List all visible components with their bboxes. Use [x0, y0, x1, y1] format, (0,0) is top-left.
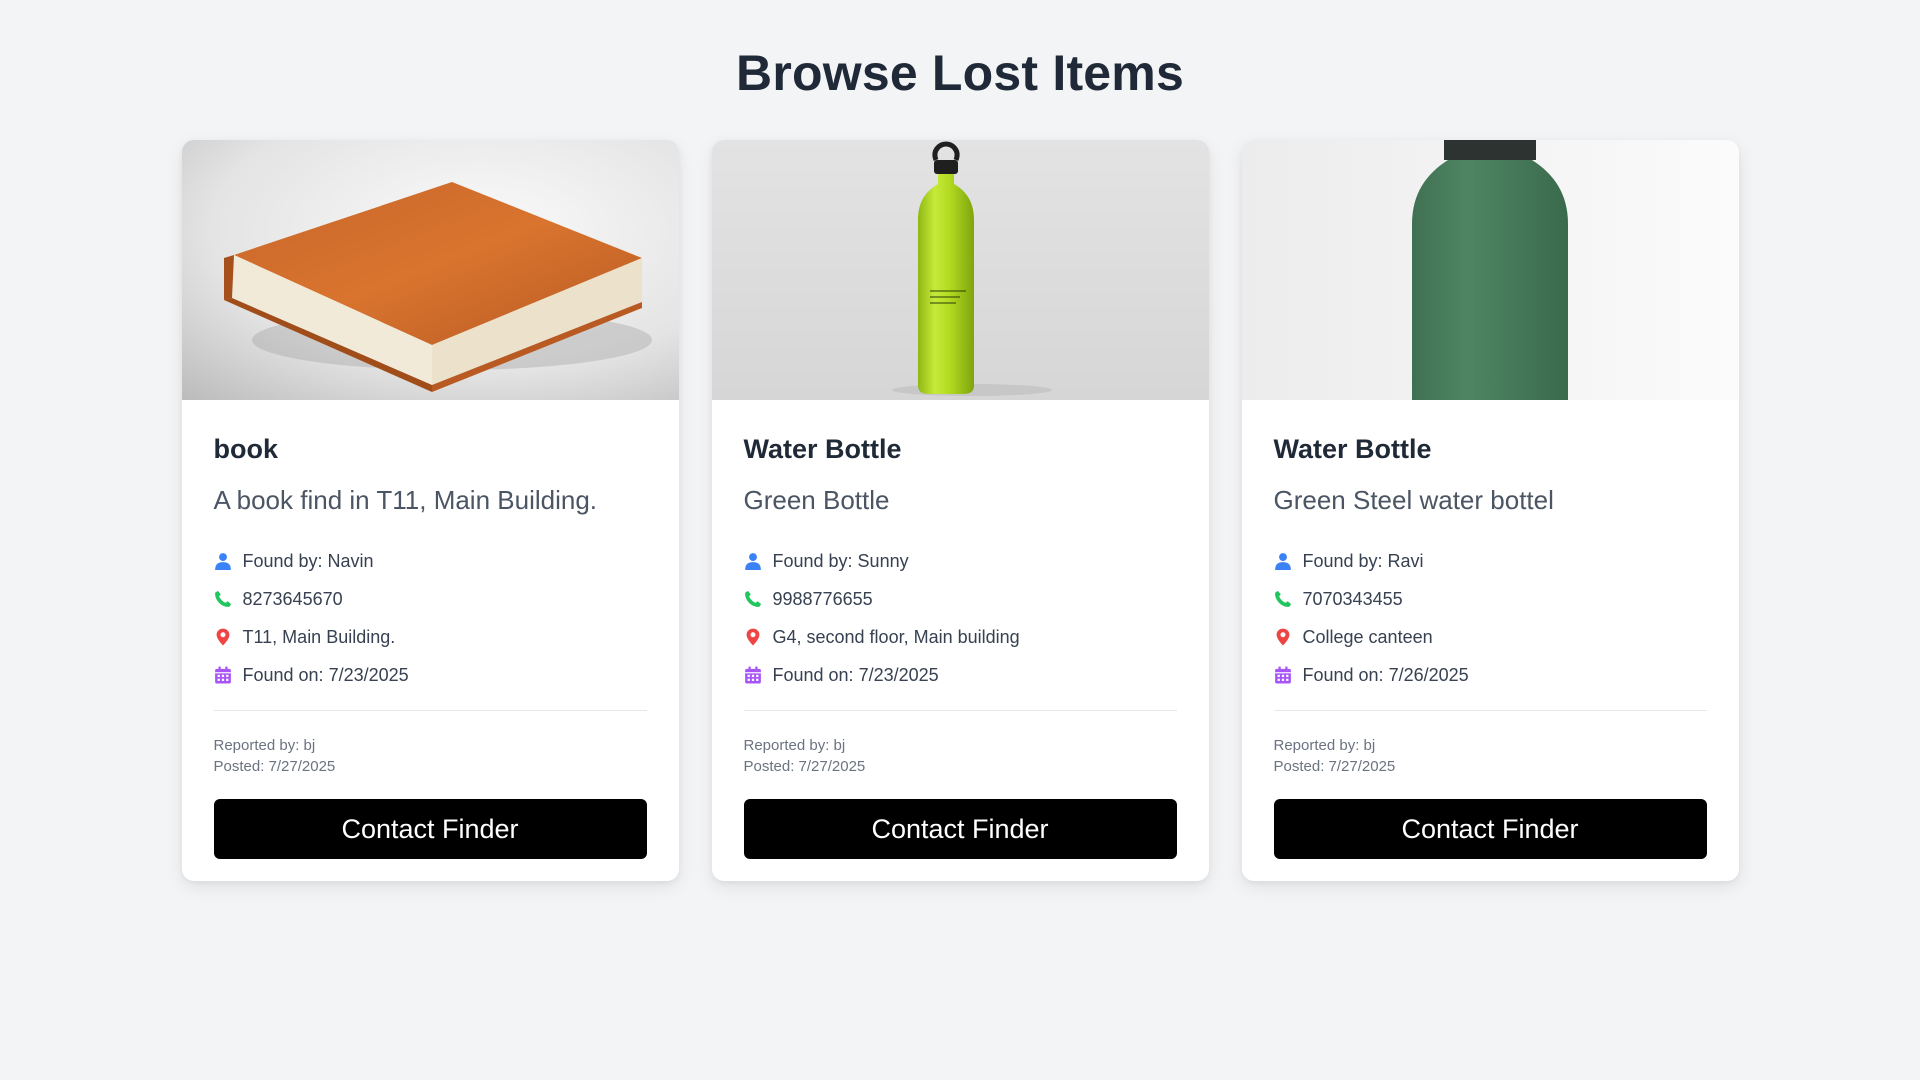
- map-pin-icon: [214, 627, 232, 647]
- item-description: A book find in T11, Main Building.: [213, 485, 598, 515]
- item-card: Water Bottle Green Bottle Found by: Sunn…: [711, 140, 1209, 881]
- map-pin-icon: [1274, 627, 1292, 647]
- item-description: Green Steel water bottel: [1273, 485, 1554, 515]
- item-card: book A book find in T11, Main Building. …: [181, 140, 679, 881]
- location-row: T11, Main Building.: [214, 618, 647, 656]
- phone-text: 9988776655: [772, 588, 873, 609]
- item-image-water-bottle: [711, 140, 1209, 400]
- item-card-body: Water Bottle Green Bottle Found by: Sunn…: [712, 400, 1209, 859]
- items-grid: book A book find in T11, Main Building. …: [0, 140, 1920, 881]
- card-divider: [1273, 710, 1707, 711]
- card-divider: [743, 710, 1177, 711]
- found-by-row: Found by: Navin: [214, 542, 647, 580]
- found-on-row: Found on: 7/26/2025: [1274, 656, 1707, 694]
- item-image-water-bottle: [1241, 140, 1739, 400]
- contact-finder-button[interactable]: Contact Finder: [1273, 799, 1707, 859]
- calendar-icon: [214, 665, 232, 685]
- phone-row: 7070343455: [1274, 580, 1707, 618]
- user-icon: [1274, 551, 1292, 571]
- calendar-icon: [1274, 665, 1292, 685]
- user-icon: [744, 551, 762, 571]
- found-on-row: Found on: 7/23/2025: [744, 656, 1177, 694]
- found-on-text: Found on: 7/26/2025: [1302, 664, 1469, 685]
- item-title: Water Bottle: [743, 434, 902, 464]
- map-pin-icon: [744, 627, 762, 647]
- page-title: Browse Lost Items: [736, 45, 1184, 101]
- found-by-text: Found by: Navin: [242, 550, 374, 571]
- phone-icon: [1274, 589, 1292, 609]
- found-by-text: Found by: Sunny: [772, 550, 909, 571]
- contact-finder-button[interactable]: Contact Finder: [213, 799, 647, 859]
- item-card: Water Bottle Green Steel water bottel Fo…: [1241, 140, 1739, 881]
- phone-row: 8273645670: [214, 580, 647, 618]
- phone-icon: [214, 589, 232, 609]
- item-card-body: Water Bottle Green Steel water bottel Fo…: [1242, 400, 1739, 859]
- location-row: G4, second floor, Main building: [744, 618, 1177, 656]
- location-text: College canteen: [1302, 626, 1433, 647]
- browse-lost-items-page: Browse Lost Items book A book find in T1…: [0, 0, 1920, 1080]
- found-by-row: Found by: Sunny: [744, 542, 1177, 580]
- location-text: T11, Main Building.: [242, 626, 396, 647]
- found-by-row: Found by: Ravi: [1274, 542, 1707, 580]
- phone-text: 7070343455: [1302, 588, 1403, 609]
- found-on-row: Found on: 7/23/2025: [214, 656, 647, 694]
- reported-by: Reported by: bj: [1273, 737, 1376, 754]
- reported-by: Reported by: bj: [213, 737, 316, 754]
- phone-icon: [744, 589, 762, 609]
- location-row: College canteen: [1274, 618, 1707, 656]
- reported-by: Reported by: bj: [743, 737, 846, 754]
- item-title: Water Bottle: [1273, 434, 1432, 464]
- location-text: G4, second floor, Main building: [772, 626, 1020, 647]
- phone-text: 8273645670: [242, 588, 343, 609]
- item-description: Green Bottle: [743, 485, 890, 515]
- card-divider: [213, 710, 647, 711]
- contact-finder-button[interactable]: Contact Finder: [743, 799, 1177, 859]
- user-icon: [214, 551, 232, 571]
- item-image-book: [181, 140, 679, 400]
- calendar-icon: [744, 665, 762, 685]
- item-card-body: book A book find in T11, Main Building. …: [182, 400, 679, 859]
- posted-date: Posted: 7/27/2025: [213, 758, 336, 775]
- found-on-text: Found on: 7/23/2025: [772, 664, 939, 685]
- found-by-text: Found by: Ravi: [1302, 550, 1424, 571]
- posted-date: Posted: 7/27/2025: [1273, 758, 1396, 775]
- posted-date: Posted: 7/27/2025: [743, 758, 866, 775]
- found-on-text: Found on: 7/23/2025: [242, 664, 409, 685]
- phone-row: 9988776655: [744, 580, 1177, 618]
- item-title: book: [213, 434, 279, 464]
